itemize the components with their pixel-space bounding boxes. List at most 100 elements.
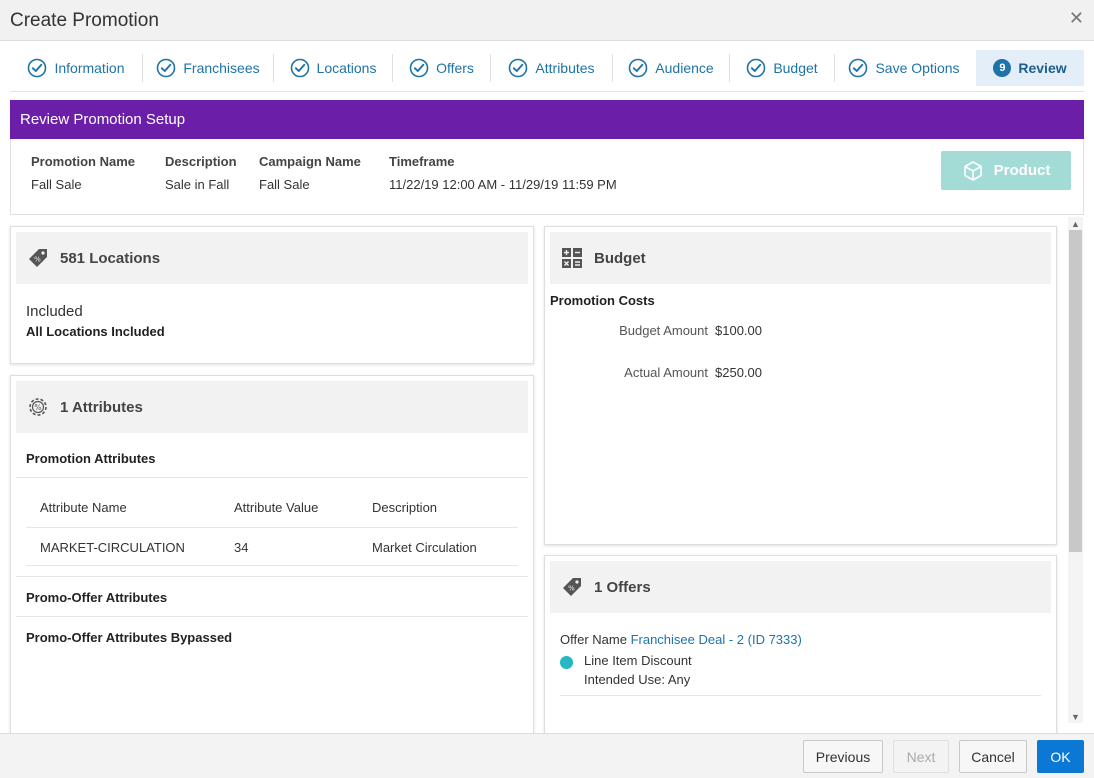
promotion-name-value: Fall Sale	[31, 177, 82, 192]
train-step-budget[interactable]: Budget	[730, 50, 834, 86]
next-button[interactable]: Next	[893, 740, 949, 773]
promotion-summary: Promotion Name Fall Sale Description Sal…	[10, 139, 1084, 215]
train-step-information[interactable]: Information	[10, 50, 142, 86]
content-scrollbar[interactable]: ▲ ▼	[1068, 217, 1083, 723]
actual-amount-value: $250.00	[715, 365, 762, 380]
timeframe-value: 11/22/19 12:00 AM - 11/29/19 11:59 PM	[389, 177, 617, 192]
cube-icon	[963, 160, 982, 181]
description-field: Description Sale in Fall	[165, 154, 237, 192]
locations-detail: All Locations Included	[26, 324, 165, 339]
budget-card-header: Budget	[550, 232, 1051, 284]
train-step-label: Offers	[436, 60, 474, 76]
locations-card: % 581 Locations Included All Locations I…	[10, 226, 534, 364]
offers-card-title: 1 Offers	[594, 578, 651, 596]
offer-intended-use: Intended Use: Any	[584, 672, 691, 687]
cancel-button[interactable]: Cancel	[959, 740, 1027, 773]
check-circle-icon	[747, 58, 766, 78]
attributes-card-header: % 1 Attributes	[16, 381, 528, 433]
check-circle-icon	[157, 58, 176, 78]
svg-text:%: %	[34, 403, 41, 412]
price-tag-icon: %	[563, 578, 581, 596]
locations-card-header: % 581 Locations	[16, 232, 528, 284]
offers-card-header: % 1 Offers	[550, 561, 1051, 613]
column-header-attribute-name: Attribute Name	[40, 500, 127, 515]
scroll-thumb[interactable]	[1069, 230, 1082, 552]
train-step-label: Franchisees	[183, 60, 260, 76]
divider	[26, 565, 518, 566]
review-banner: Review Promotion Setup	[10, 100, 1084, 139]
train-step-label: Attributes	[535, 60, 595, 76]
cell-attribute-value: 34	[234, 540, 249, 555]
price-tag-icon: %	[29, 249, 47, 267]
actual-amount-label: Actual Amount	[624, 365, 708, 380]
locations-status: Included	[26, 303, 83, 320]
promotion-name-label: Promotion Name	[31, 154, 136, 169]
description-value: Sale in Fall	[165, 177, 230, 192]
train-step-save-options[interactable]: Save Options	[835, 50, 973, 86]
calculator-icon	[562, 248, 582, 268]
product-button-label: Product	[993, 162, 1051, 179]
budget-card: Budget Promotion Costs Budget Amount $10…	[544, 226, 1057, 545]
campaign-name-field: Campaign Name Fall Sale	[259, 154, 361, 192]
train-step-locations[interactable]: Locations	[274, 50, 392, 86]
dialog-title: Create Promotion	[10, 10, 159, 31]
train-step-label: Save Options	[875, 60, 960, 76]
status-dot-icon	[560, 656, 573, 669]
cell-description: Market Circulation	[372, 540, 477, 555]
scroll-down-icon[interactable]: ▼	[1068, 710, 1083, 723]
budget-amount-value: $100.00	[715, 323, 762, 338]
budget-card-title: Budget	[594, 249, 646, 267]
offer-name-label: Offer Name	[560, 632, 627, 647]
campaign-name-value: Fall Sale	[259, 177, 310, 192]
offer-type: Line Item Discount	[584, 653, 692, 668]
check-circle-icon	[628, 58, 648, 78]
check-circle-icon	[290, 58, 309, 78]
promotion-costs-heading: Promotion Costs	[550, 293, 655, 308]
dialog-titlebar: Create Promotion ✕	[0, 0, 1094, 41]
locations-card-title: 581 Locations	[60, 249, 161, 267]
train-step-label: Review	[1018, 60, 1067, 76]
campaign-name-label: Campaign Name	[259, 154, 361, 169]
gear-percent-icon: %	[29, 398, 47, 416]
offer-name-link[interactable]: Franchisee Deal - 2 (ID 7333)	[631, 632, 802, 647]
check-circle-icon	[28, 58, 47, 78]
description-label: Description	[165, 154, 237, 169]
train-step-label: Audience	[655, 60, 714, 76]
promo-offer-attributes-heading: Promo-Offer Attributes	[26, 590, 168, 605]
check-circle-icon	[509, 58, 528, 78]
train-step-label: Budget	[773, 60, 818, 76]
timeframe-field: Timeframe 11/22/19 12:00 AM - 11/29/19 1…	[389, 154, 617, 192]
train-step-offers[interactable]: Offers	[393, 50, 490, 86]
wizard-train: Information Franchisees Locations Offers…	[10, 50, 1084, 86]
train-step-label: Information	[54, 60, 125, 76]
offer-name-line: Offer Name Franchisee Deal - 2 (ID 7333)	[560, 632, 802, 647]
step-number-badge: 9	[993, 59, 1012, 77]
promotion-attributes-heading: Promotion Attributes	[26, 451, 156, 466]
train-step-review[interactable]: 9 Review	[976, 50, 1084, 86]
product-button[interactable]: Product	[941, 151, 1071, 190]
train-step-attributes[interactable]: Attributes	[491, 50, 612, 86]
divider	[26, 527, 518, 528]
scroll-up-icon[interactable]: ▲	[1068, 217, 1083, 230]
divider	[16, 477, 528, 478]
train-step-audience[interactable]: Audience	[613, 50, 729, 86]
timeframe-label: Timeframe	[389, 154, 455, 169]
attributes-card-title: 1 Attributes	[60, 398, 143, 416]
previous-button[interactable]: Previous	[803, 740, 883, 773]
cell-attribute-name: MARKET-CIRCULATION	[40, 540, 185, 555]
svg-text:%: %	[34, 256, 41, 264]
train-step-franchisees[interactable]: Franchisees	[143, 50, 273, 86]
divider	[560, 695, 1041, 696]
offers-card: % 1 Offers Offer Name Franchisee Deal - …	[544, 555, 1057, 735]
promo-offer-bypassed-note: Promo-Offer Attributes Bypassed	[26, 630, 233, 645]
promotion-name-field: Promotion Name Fall Sale	[31, 154, 135, 192]
budget-amount-label: Budget Amount	[619, 323, 708, 338]
train-step-label: Locations	[316, 60, 377, 76]
check-circle-icon	[849, 58, 868, 78]
close-icon[interactable]: ✕	[1069, 8, 1084, 29]
column-header-description: Description	[372, 500, 438, 515]
check-circle-icon	[409, 58, 429, 78]
ok-button[interactable]: OK	[1037, 740, 1084, 773]
train-divider	[10, 91, 1084, 92]
column-header-attribute-value: Attribute Value	[234, 500, 319, 515]
